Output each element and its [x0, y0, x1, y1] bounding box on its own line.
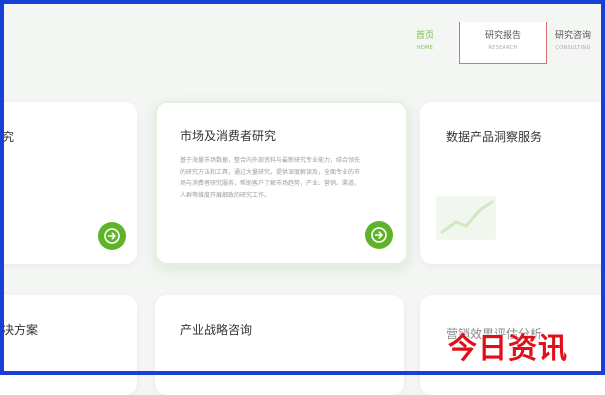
- nav-consulting[interactable]: 研究咨询 CONSULTING: [540, 30, 605, 54]
- card-market-title: 市场及消费者研究: [180, 129, 277, 143]
- arrow-right-icon: [371, 227, 387, 243]
- nav-research-sublabel: RESEARCH: [488, 45, 518, 51]
- card-left-bottom[interactable]: 决方案: [0, 295, 137, 395]
- card-market-consumer-research[interactable]: 市场及消费者研究 基于海量市场数据，整合内外部资料与最新研究专业能力，结合领先的…: [155, 101, 408, 265]
- nav-research-label: 研究报告: [484, 31, 521, 41]
- card-market-go-button[interactable]: [365, 221, 393, 249]
- nav-consulting-label: 研究咨询: [554, 31, 591, 41]
- card-industry-strategy[interactable]: 产业战略咨询: [155, 295, 404, 395]
- card-left-top[interactable]: 究: [0, 102, 137, 264]
- arrow-right-icon: [104, 228, 120, 244]
- nav-research-reports[interactable]: 研究报告 RESEARCH: [459, 22, 547, 64]
- nav-home[interactable]: 首页 HOME: [407, 30, 443, 54]
- card-data-product-title: 数据产品洞察服务: [446, 130, 543, 144]
- chart-illustration-icon: [436, 196, 496, 240]
- nav-consulting-sublabel: CONSULTING: [555, 45, 591, 51]
- card-left-top-go-button[interactable]: [98, 222, 126, 250]
- card-data-product-insight[interactable]: 数据产品洞察服务: [420, 102, 605, 264]
- nav-home-sublabel: HOME: [416, 45, 434, 51]
- nav-home-label: 首页: [415, 31, 434, 41]
- card-industry-title: 产业战略咨询: [180, 323, 253, 337]
- card-left-bottom-title: 决方案: [2, 323, 39, 337]
- card-left-top-title: 究: [2, 130, 15, 144]
- watermark-logo: 今日资讯: [448, 331, 569, 365]
- card-market-description: 基于海量市场数据，整合内外部资料与最新研究专业能力，结合领先的研究方法和工具，通…: [180, 157, 361, 199]
